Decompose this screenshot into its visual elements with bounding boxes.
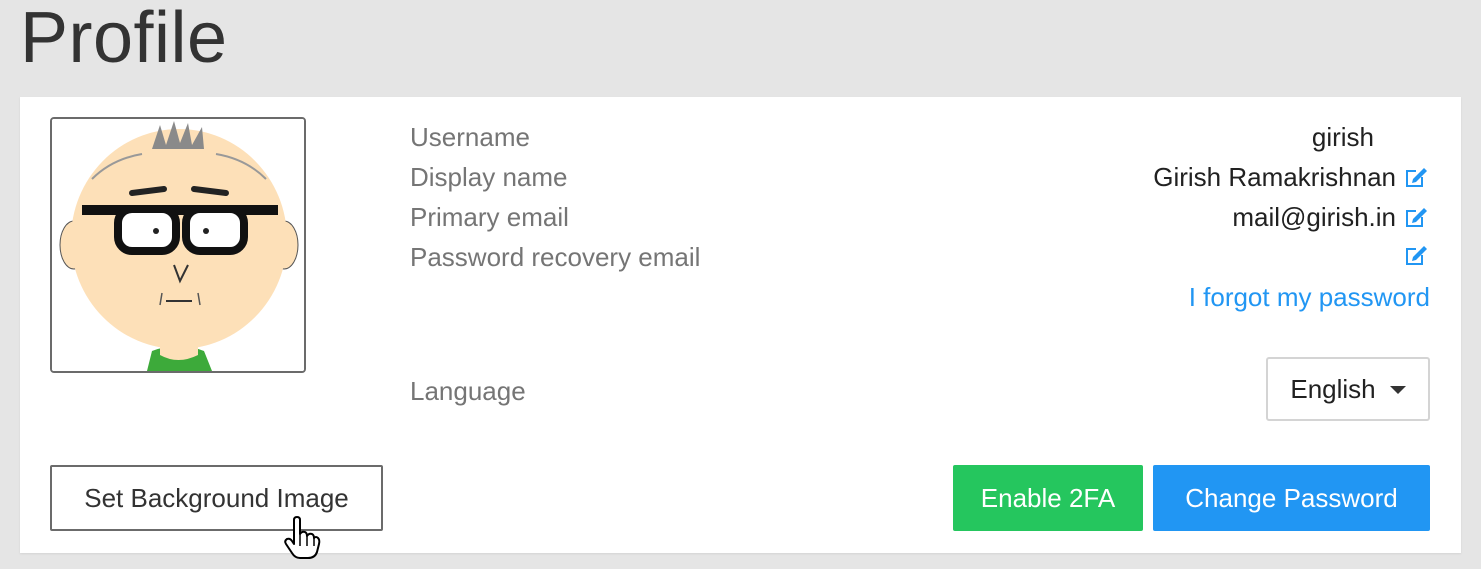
display-name-value: Girish Ramakrishnan (1153, 162, 1396, 192)
edit-icon[interactable] (1402, 241, 1430, 269)
primary-email-label: Primary email (410, 202, 569, 232)
language-label: Language (410, 376, 526, 406)
language-select[interactable]: English (1266, 357, 1430, 421)
forgot-password-link[interactable]: I forgot my password (1189, 281, 1430, 313)
display-name-row: Girish Ramakrishnan (1153, 161, 1430, 193)
username-label: Username (410, 122, 530, 152)
page-title: Profile (20, 0, 228, 78)
change-password-button[interactable]: Change Password (1153, 465, 1430, 531)
language-value: English (1290, 373, 1376, 404)
recovery-email-label: Password recovery email (410, 242, 701, 272)
enable-2fa-button[interactable]: Enable 2FA (953, 465, 1143, 531)
username-value: girish (1311, 122, 1374, 152)
set-background-image-button[interactable]: Set Background Image (50, 465, 383, 531)
edit-icon[interactable] (1402, 203, 1430, 231)
profile-card: Username girish Display name Girish Rama… (20, 97, 1461, 553)
edit-icon[interactable] (1402, 163, 1430, 191)
avatar[interactable] (50, 117, 306, 373)
recovery-email-row (1396, 241, 1430, 269)
primary-email-value: mail@girish.in (1232, 202, 1396, 232)
display-name-label: Display name (410, 162, 568, 192)
caret-down-icon (1389, 386, 1406, 394)
primary-email-row: mail@girish.in (1232, 201, 1430, 233)
avatar-cartoon-image (52, 119, 304, 371)
